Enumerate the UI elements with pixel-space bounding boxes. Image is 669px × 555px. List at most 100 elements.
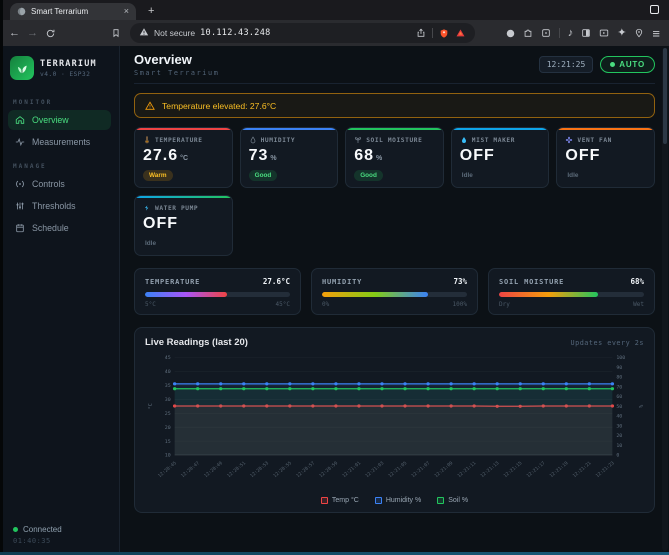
- card-accent-bar: [451, 128, 549, 130]
- menu-icon[interactable]: ≡: [652, 27, 660, 40]
- svg-text:90: 90: [616, 365, 622, 371]
- sidebar-item-measurements[interactable]: Measurements: [8, 132, 111, 152]
- url-bar-divider: [432, 28, 433, 38]
- chart-update-note: Updates every 2s: [570, 338, 644, 347]
- gauge-track: [322, 292, 467, 297]
- svg-text:12:21:19: 12:21:19: [549, 460, 570, 479]
- brave-rewards-icon[interactable]: [455, 28, 466, 38]
- svg-text:12:20:59: 12:20:59: [318, 460, 339, 479]
- legend-item-temp[interactable]: Temp °C: [320, 497, 359, 504]
- new-tab-button[interactable]: +: [148, 3, 154, 20]
- svg-text:12:21:13: 12:21:13: [479, 460, 500, 479]
- pump-icon: [145, 205, 149, 211]
- uptime: 01:40:35: [13, 537, 51, 545]
- card-accent-bar: [240, 128, 338, 130]
- forward-icon[interactable]: →: [27, 27, 38, 39]
- profile-icon[interactable]: [506, 29, 515, 38]
- sidebar-item-thresholds[interactable]: Thresholds: [8, 196, 111, 216]
- status-badge: Warm: [143, 170, 173, 181]
- tab-square-icon[interactable]: [581, 28, 591, 38]
- back-icon[interactable]: ←: [9, 27, 20, 39]
- svg-text:12:21:11: 12:21:11: [456, 460, 477, 479]
- svg-text:12:20:45: 12:20:45: [157, 460, 178, 479]
- browser-tab[interactable]: Smart Terrarium ×: [10, 3, 136, 20]
- browser-toolbar: ← → Not secure 10.112.43.248 ♪ ✦ ≡: [0, 20, 669, 46]
- gauge-humidity: HUMIDITY 73% 0% 100%: [311, 268, 478, 315]
- page-header: Overview Smart Terrarium 12:21:25 AUTO: [134, 46, 655, 84]
- gauge-min: 0%: [322, 301, 330, 308]
- page-subtitle: Smart Terrarium: [134, 69, 220, 77]
- security-label[interactable]: Not secure: [154, 28, 195, 38]
- svg-text:20: 20: [165, 425, 171, 431]
- sidebar-item-schedule[interactable]: Schedule: [8, 218, 111, 238]
- reload-icon[interactable]: [45, 28, 56, 39]
- fan-icon: [566, 136, 573, 144]
- sparkle-icon[interactable]: ✦: [617, 27, 626, 39]
- svg-text:40: 40: [165, 369, 171, 375]
- legend-label: Humidity %: [385, 497, 422, 504]
- svg-text:12:21:01: 12:21:01: [341, 460, 362, 479]
- sidebar-item-overview[interactable]: Overview: [8, 110, 111, 130]
- scrollbar-thumb[interactable]: [663, 48, 667, 144]
- card-label: SOIL MOISTURE: [366, 136, 423, 144]
- svg-text:12:20:53: 12:20:53: [249, 460, 270, 479]
- alert-message: Temperature elevated: 27.6°C: [162, 100, 277, 111]
- card-unit: °C: [180, 155, 188, 162]
- cast-icon[interactable]: [599, 28, 609, 38]
- tab-title: Smart Terrarium: [31, 7, 89, 16]
- card-label: TEMPERATURE: [155, 136, 203, 144]
- svg-text:60: 60: [616, 394, 622, 400]
- card-label: MIST MAKER: [471, 136, 516, 144]
- svg-text:10: 10: [165, 453, 171, 459]
- legend-item-humidity[interactable]: Humidity %: [374, 497, 422, 504]
- legend-item-soil[interactable]: Soil %: [437, 497, 468, 504]
- gauge-value: 73%: [453, 277, 467, 286]
- svg-text:15: 15: [165, 439, 171, 445]
- location-pin-icon[interactable]: [634, 28, 644, 38]
- share-icon[interactable]: [416, 28, 426, 38]
- media-box-icon[interactable]: [541, 28, 551, 38]
- card-value: 68%: [354, 147, 383, 164]
- auto-mode-button[interactable]: AUTO: [600, 56, 655, 73]
- sidebar-item-label: Schedule: [32, 223, 69, 233]
- gauge-track: [145, 292, 290, 297]
- home-icon: [15, 116, 25, 124]
- card-mist-maker: MIST MAKER OFF Idle: [450, 127, 550, 188]
- window-control-icon[interactable]: [650, 5, 659, 14]
- gauge-label: SOIL MOISTURE: [499, 278, 565, 286]
- section-label-monitor: MONITOR: [13, 99, 53, 106]
- temp-swatch: [320, 497, 328, 504]
- toolbar-divider: [558, 28, 560, 38]
- status-badge: Good: [248, 170, 278, 181]
- svg-text:0: 0: [616, 453, 619, 459]
- card-humidity: HUMIDITY 73% Good: [239, 127, 339, 188]
- tab-close-icon[interactable]: ×: [124, 7, 129, 16]
- controls-icon: [16, 180, 24, 188]
- svg-text:12:20:49: 12:20:49: [203, 460, 224, 479]
- calendar-icon: [16, 224, 24, 233]
- auto-mode-dot: [610, 62, 616, 67]
- toolbar-action-cluster: ♪ ✦ ≡: [506, 27, 660, 40]
- not-secure-warning-icon: [139, 24, 149, 42]
- gauges-row: TEMPERATURE 27.6°C 5°C 45°C HUMIDITY 73% 0%…: [134, 268, 655, 315]
- sidebar-footer: Connected 01:40:35: [8, 521, 111, 547]
- gauge-soil-moisture: SOIL MOISTURE 68% Dry Wet: [488, 268, 655, 315]
- legend-label: Temp °C: [331, 497, 359, 504]
- connection-status-dot: [13, 527, 18, 532]
- svg-text:20: 20: [616, 433, 622, 439]
- bookmark-icon[interactable]: [111, 28, 121, 38]
- extensions-icon[interactable]: [523, 28, 533, 38]
- live-readings-panel: Live Readings (last 20) Updates every 2s…: [134, 327, 655, 513]
- sidebar-item-controls[interactable]: Controls: [8, 174, 111, 194]
- brave-shield-icon[interactable]: [439, 28, 449, 39]
- svg-text:°C: °C: [148, 403, 154, 409]
- url-bar[interactable]: Not secure 10.112.43.248: [130, 23, 475, 43]
- page-scrollbar[interactable]: [662, 48, 668, 551]
- mist-droplet-icon: [461, 137, 466, 143]
- music-icon[interactable]: ♪: [568, 27, 574, 39]
- svg-text:45: 45: [165, 355, 171, 361]
- activity-icon: [15, 137, 25, 147]
- url-text[interactable]: 10.112.43.248: [200, 28, 270, 38]
- svg-text:30: 30: [165, 397, 171, 403]
- gauge-min: 5°C: [145, 301, 156, 308]
